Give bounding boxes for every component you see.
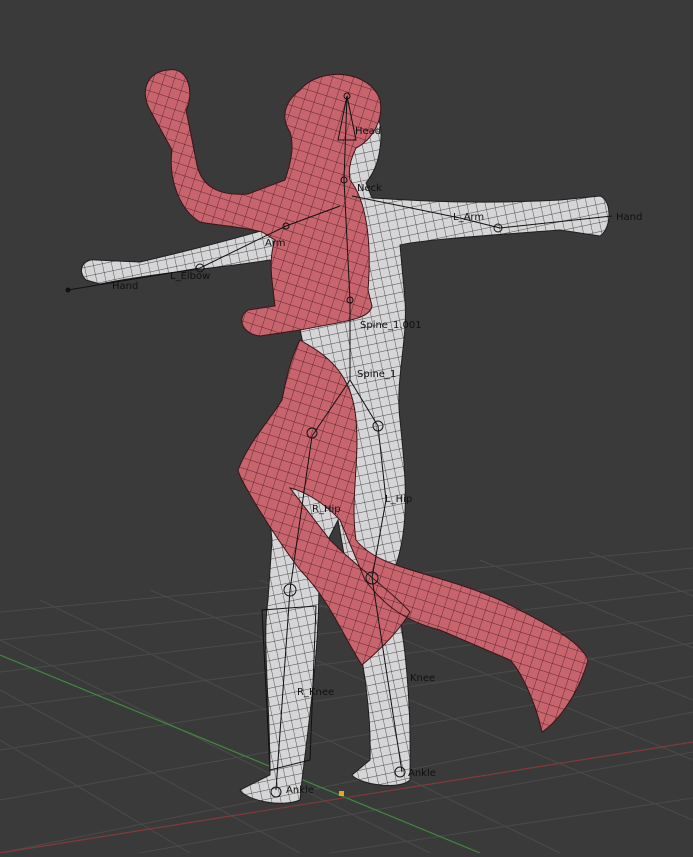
bone-label-spine-1-001: Spine_1.001 xyxy=(360,320,422,331)
bone-label-head: Head xyxy=(355,126,381,137)
bone-label-hand-left: Hand xyxy=(112,281,138,292)
bone-label-spine-1: Spine_1 xyxy=(357,369,396,380)
bone-label-r-arm: Arm xyxy=(265,238,286,249)
x-axis-line xyxy=(0,741,693,854)
origin-marker[interactable] xyxy=(339,791,344,796)
bone-label-l-knee: Knee xyxy=(410,673,435,684)
bone-label-r-ankle: Ankle xyxy=(286,785,314,796)
bone-label-l-hip: L_Hip xyxy=(385,494,412,505)
bone-label-r-knee: R_Knee xyxy=(297,687,334,698)
bone-label-l-ankle: Ankle xyxy=(408,768,436,779)
bone-label-l-elbow: L_Elbow xyxy=(170,271,210,282)
bone-label-hand-right: Hand xyxy=(616,212,642,223)
bone-label-neck: Neck xyxy=(357,183,382,194)
posed-mesh[interactable] xyxy=(0,0,693,853)
3d-viewport[interactable]: Head Neck L_Arm Hand Arm L_Elbow Hand Sp… xyxy=(0,0,693,854)
bone-label-r-hip: R_Hip xyxy=(312,504,341,515)
viewport-canvas[interactable]: Head Neck L_Arm Hand Arm L_Elbow Hand Sp… xyxy=(0,0,693,854)
bone-label-l-arm: L_Arm xyxy=(453,212,484,223)
